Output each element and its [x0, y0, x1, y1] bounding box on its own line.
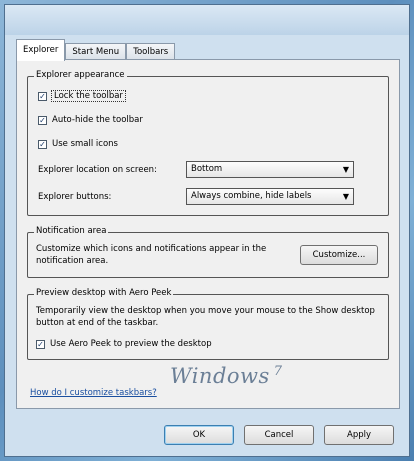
- notification-description: Customize which icons and notifications …: [36, 244, 267, 266]
- auto-hide-checkbox[interactable]: ✓: [38, 115, 47, 125]
- help-link[interactable]: How do I customize taskbars?: [30, 388, 157, 398]
- lock-toolbar-checkbox[interactable]: ✓: [38, 91, 47, 101]
- group-aero-peek: Preview desktop with Aero Peek Temporari…: [27, 288, 389, 360]
- tab-explorer[interactable]: Explorer: [16, 39, 66, 61]
- buttons-label: Explorer buttons:: [38, 192, 112, 202]
- group-title-explorer: Explorer appearance: [34, 70, 127, 80]
- ok-button[interactable]: OK: [164, 425, 234, 445]
- apply-button[interactable]: Apply: [324, 425, 394, 445]
- windows-brand-logo: Windows 7: [170, 364, 283, 388]
- group-title-notification: Notification area: [34, 226, 109, 236]
- window-titlebar[interactable]: [5, 5, 409, 35]
- group-notification-area: Notification area Customize which icons …: [27, 226, 389, 278]
- tab-panel: Explorer appearance ✓ Lock the toolbar ✓…: [16, 59, 400, 409]
- group-explorer-appearance: Explorer appearance ✓ Lock the toolbar ✓…: [27, 70, 389, 216]
- lock-toolbar-label: Lock the toolbar: [51, 90, 126, 102]
- cancel-button[interactable]: Cancel: [244, 425, 314, 445]
- option-auto-hide[interactable]: ✓ Auto-hide the toolbar: [38, 115, 143, 125]
- aero-peek-checkbox[interactable]: ✓: [36, 339, 45, 349]
- location-value: Bottom: [191, 164, 223, 174]
- small-icons-label: Use small icons: [52, 139, 118, 149]
- buttons-dropdown[interactable]: Always combine, hide labels ▼: [186, 188, 354, 205]
- customize-button[interactable]: Customize...: [300, 245, 378, 265]
- peek-description: Temporarily view the desktop when you mo…: [36, 306, 375, 328]
- tab-strip: Explorer Start Menu Toolbars: [16, 39, 176, 61]
- option-lock-toolbar[interactable]: ✓ Lock the toolbar: [38, 90, 126, 102]
- group-title-peek: Preview desktop with Aero Peek: [34, 288, 174, 298]
- option-small-icons[interactable]: ✓ Use small icons: [38, 139, 118, 149]
- aero-peek-label: Use Aero Peek to preview the desktop: [50, 339, 212, 349]
- chevron-down-icon: ▼: [342, 192, 349, 201]
- small-icons-checkbox[interactable]: ✓: [38, 139, 47, 149]
- auto-hide-label: Auto-hide the toolbar: [52, 115, 143, 125]
- option-aero-peek[interactable]: ✓ Use Aero Peek to preview the desktop: [36, 339, 212, 349]
- location-label: Explorer location on screen:: [38, 165, 157, 175]
- chevron-down-icon: ▼: [342, 165, 349, 174]
- buttons-value: Always combine, hide labels: [191, 191, 312, 201]
- location-dropdown[interactable]: Bottom ▼: [186, 161, 354, 178]
